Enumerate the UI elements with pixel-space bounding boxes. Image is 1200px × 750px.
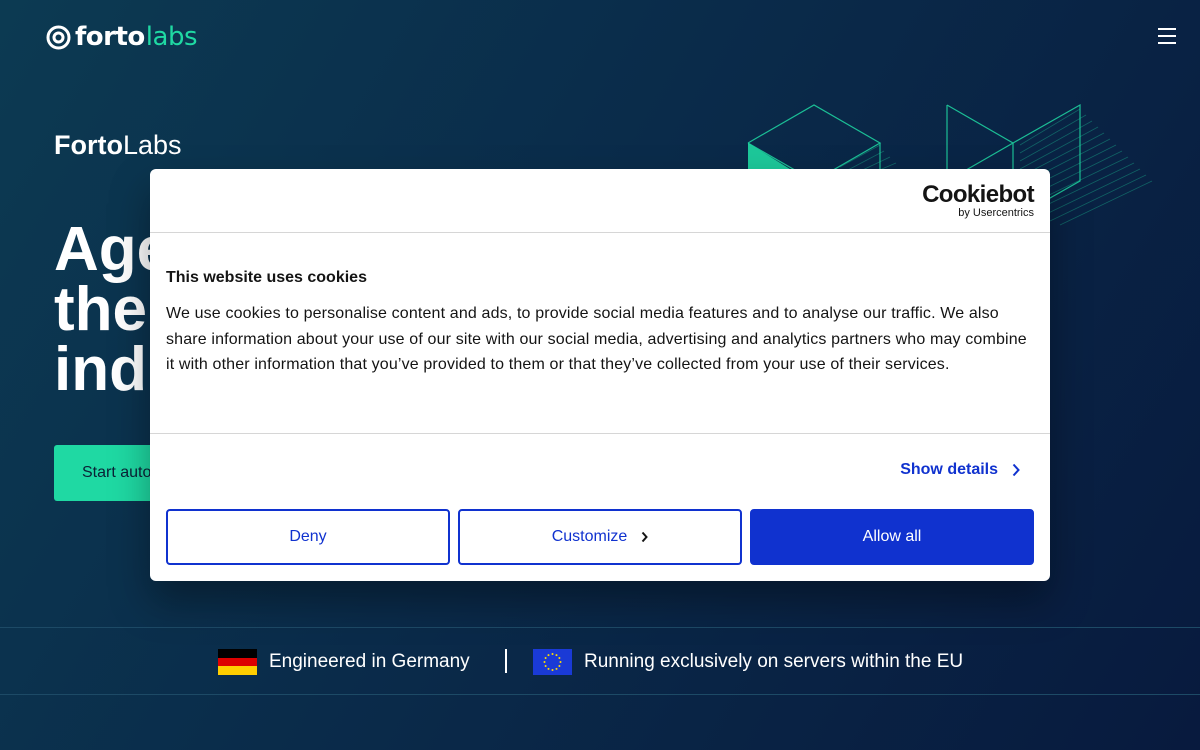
deny-label: Deny — [289, 528, 327, 545]
trust-divider — [505, 649, 507, 673]
customize-button[interactable]: Customize — [458, 509, 742, 565]
cookiebot-name: Cookiebot — [922, 181, 1035, 208]
cookie-dialog-body: This website uses cookies We use cookies… — [150, 233, 1050, 434]
brand-title-bold: Forto — [54, 130, 123, 160]
logo-text-forto: forto — [75, 22, 145, 52]
cookie-consent-dialog: Cookiebot by Usercentrics This website u… — [150, 169, 1050, 581]
trust-bar: Engineered in Germany Running exclusivel… — [0, 627, 1200, 695]
forto-logo-icon — [46, 25, 71, 49]
brand-title: FortoLabs — [54, 130, 182, 161]
chevron-right-icon — [1012, 463, 1020, 477]
forto-labs-logo[interactable]: forto labs — [46, 22, 198, 52]
cookie-title: This website uses cookies — [166, 269, 367, 286]
show-details-link[interactable]: Show details — [900, 461, 1020, 479]
allow-all-label: Allow all — [862, 528, 922, 545]
hamburger-menu-icon[interactable] — [1158, 28, 1180, 46]
eu-servers: Running exclusively on servers within th… — [533, 649, 963, 675]
germany-text: Engineered in Germany — [269, 651, 470, 672]
brand-title-light: Labs — [122, 130, 182, 160]
cookie-description: We use cookies to personalise content an… — [166, 305, 1027, 373]
deny-button[interactable]: Deny — [166, 509, 450, 565]
chevron-right-icon — [642, 531, 649, 543]
cookiebot-logo[interactable]: Cookiebot by Usercentrics — [922, 181, 1035, 220]
germany-flag-icon — [218, 649, 257, 675]
engineered-in-germany: Engineered in Germany — [218, 649, 470, 675]
cookiebot-subtitle: by Usercentrics — [958, 207, 1034, 219]
site-header: forto labs — [0, 0, 1200, 74]
cookie-dialog-header: Cookiebot by Usercentrics — [150, 169, 1050, 233]
logo-text-labs: labs — [145, 22, 198, 52]
show-details-label: Show details — [900, 461, 998, 478]
eu-servers-text: Running exclusively on servers within th… — [584, 651, 964, 672]
eu-flag-icon — [533, 649, 572, 675]
customize-label: Customize — [551, 528, 628, 545]
allow-all-button[interactable]: Allow all — [750, 509, 1034, 565]
